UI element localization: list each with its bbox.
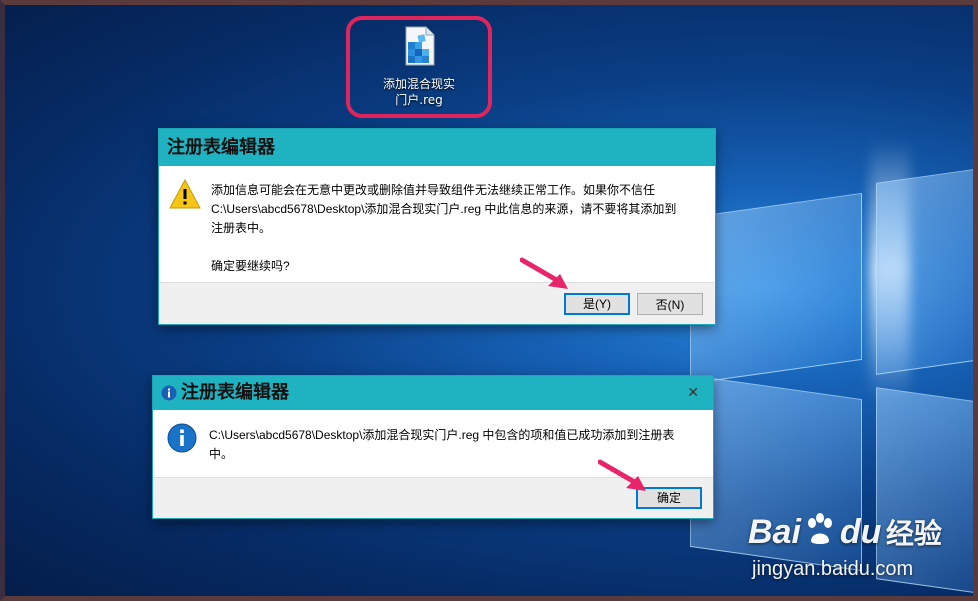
baidu-watermark: Bai du 经验 [748, 512, 942, 552]
warning-icon [169, 179, 201, 209]
info-line1: C:\Users\abcd5678\Desktop\添加混合现实门户.reg 中… [209, 428, 675, 442]
warning-dialog: 注册表编辑器 添加信息可能会在无意中更改或删除值并导致组件无法继续正常工作。如果… [159, 129, 715, 324]
yes-button[interactable]: 是(Y) [564, 293, 630, 315]
arrow-to-ok-button [598, 459, 646, 491]
info-dialog-title: 注册表编辑器 [181, 382, 289, 403]
info-dialog: 注册表编辑器 ✕ C:\Users\abcd5678\Desktop\添加混合现… [153, 376, 713, 518]
warning-line2: C:\Users\abcd5678\Desktop\添加混合现实门户.reg 中… [211, 202, 677, 216]
warning-line1: 添加信息可能会在无意中更改或删除值并导致组件无法继续正常工作。如果你不信任 [211, 183, 656, 197]
baidu-brand-left: Bai [748, 513, 801, 551]
warning-dialog-footer: 是(Y) 否(N) [159, 282, 715, 324]
warning-line3: 注册表中。 [211, 221, 272, 235]
warning-message: 添加信息可能会在无意中更改或删除值并导致组件无法继续正常工作。如果你不信任 C:… [211, 181, 711, 276]
info-icon [167, 423, 197, 453]
info-dialog-titlebar: 注册表编辑器 ✕ [153, 376, 713, 410]
paw-icon [808, 513, 833, 544]
baidu-brand-cn: 经验 [885, 518, 942, 549]
icon-label-line1: 添加混合现实 [382, 77, 455, 91]
baidu-url: jingyan.baidu.com [752, 558, 914, 580]
warning-question: 确定要继续吗? [211, 259, 290, 273]
icon-label-line2: 门户.reg [395, 93, 443, 107]
close-icon[interactable]: ✕ [687, 376, 699, 410]
desktop-reg-file-icon[interactable]: 添加混合现实 门户.reg [346, 16, 492, 118]
registry-file-icon [405, 26, 435, 66]
warning-dialog-title: 注册表编辑器 [159, 129, 715, 166]
arrow-to-yes-button [520, 257, 568, 289]
desktop-icon-label: 添加混合现实 门户.reg [350, 76, 488, 108]
baidu-brand-right: du [839, 513, 882, 551]
no-button[interactable]: 否(N) [637, 293, 703, 315]
info-title-icon [161, 385, 177, 401]
